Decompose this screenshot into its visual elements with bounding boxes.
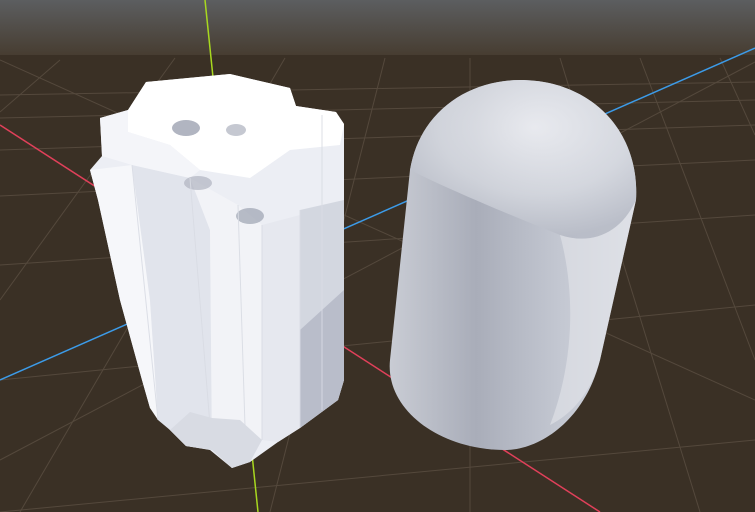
sky	[0, 0, 755, 60]
scene-canvas[interactable]	[0, 0, 755, 512]
3d-viewport[interactable]	[0, 0, 755, 512]
